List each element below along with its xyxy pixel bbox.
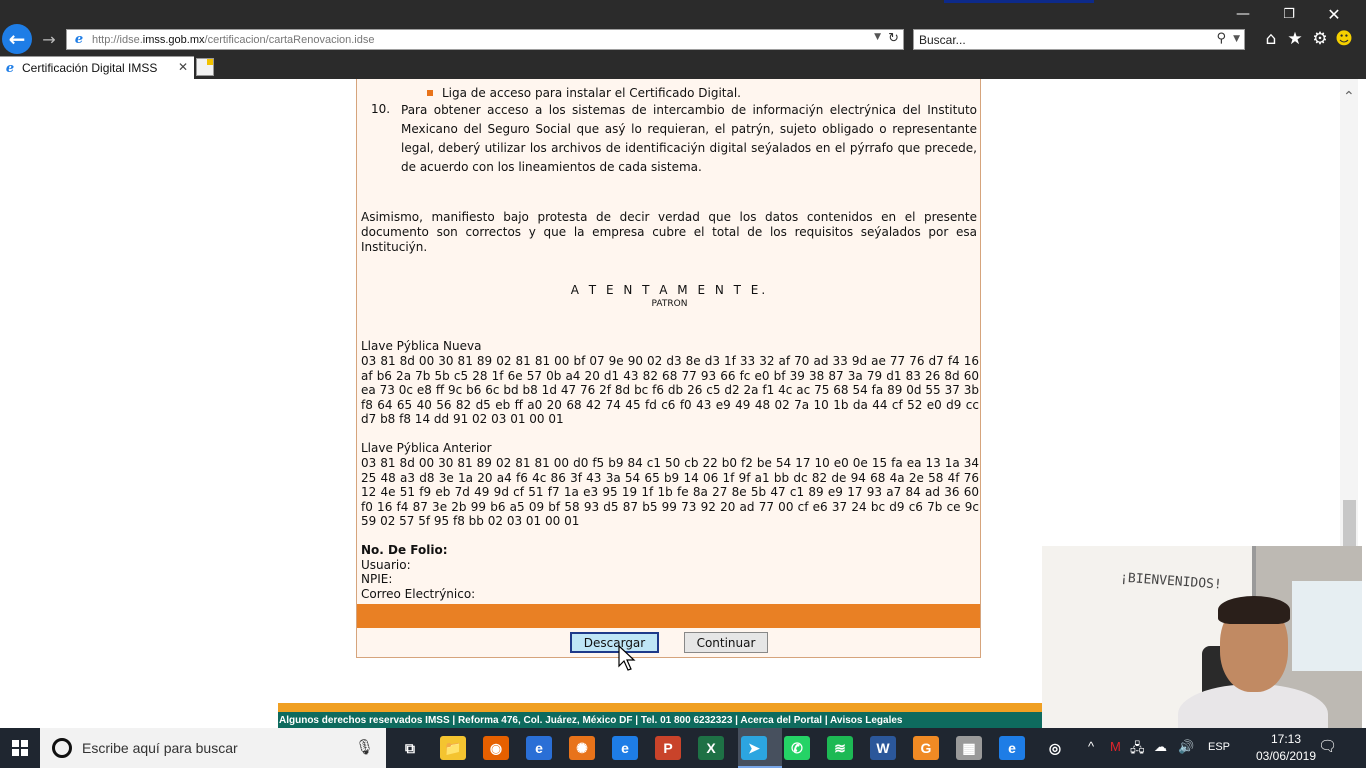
refresh-icon[interactable]: ↻ bbox=[888, 31, 899, 46]
app-orange-gear-icon[interactable]: ✺ bbox=[569, 736, 595, 760]
npie-label: NPIE: bbox=[361, 572, 393, 586]
microphone-icon[interactable]: 🎙 bbox=[355, 738, 374, 756]
volume-icon[interactable]: 🔊 bbox=[1178, 739, 1194, 755]
signature-patron: PATRON bbox=[651, 299, 688, 309]
search-icon[interactable]: ⚲ bbox=[1216, 31, 1226, 46]
usuario-label: Usuario: bbox=[361, 558, 411, 572]
cortana-icon bbox=[52, 738, 72, 758]
ie-page-icon: e bbox=[74, 32, 84, 47]
bullet-square-icon bbox=[427, 90, 433, 96]
edge-legacy-icon[interactable]: e bbox=[526, 736, 552, 760]
search-input[interactable] bbox=[919, 32, 1199, 47]
cortana-ring-icon[interactable]: ◎ bbox=[1042, 736, 1068, 760]
clock-date[interactable]: 03/06/2019 bbox=[1242, 749, 1330, 763]
page-footer: Algunos derechos reservados IMSS | Refor… bbox=[278, 712, 1042, 728]
restore-button[interactable]: ❐ bbox=[1277, 4, 1301, 24]
tab-bar: e Certificación Digital IMSS ✕ bbox=[0, 56, 1366, 79]
taskbar-search[interactable]: Escribe aquí para buscar 🎙 bbox=[40, 728, 386, 768]
tab-title: Certificación Digital IMSS bbox=[22, 61, 158, 75]
browser-chrome: ← → e http://idse.imss.gob.mx/certificac… bbox=[0, 0, 1366, 79]
app-grey-doc-icon[interactable]: ▦ bbox=[956, 736, 982, 760]
taskbar-search-placeholder: Escribe aquí para buscar bbox=[82, 740, 238, 756]
telegram-icon[interactable]: ➤ bbox=[741, 736, 767, 760]
taskbar: Escribe aquí para buscar 🎙 ⧉ 📁 ◉ e ✺ e P X ➤ ✆ ≋ W G… bbox=[0, 728, 1366, 768]
continue-button[interactable]: Continuar bbox=[684, 632, 768, 653]
search-box[interactable]: ⚲ ▼ bbox=[913, 29, 1245, 50]
chevron-up-icon[interactable]: ^ bbox=[1088, 739, 1094, 754]
folio-label: No. De Folio: bbox=[361, 543, 448, 557]
footer-accent-strip bbox=[278, 703, 1042, 712]
smiley-icon[interactable]: ☻ bbox=[1333, 28, 1355, 50]
language-indicator[interactable]: ESP bbox=[1208, 741, 1230, 753]
network-icon[interactable]: 🖧 bbox=[1130, 739, 1145, 761]
mouse-cursor-icon bbox=[618, 644, 636, 671]
cloud-icon[interactable]: ☁ bbox=[1154, 739, 1167, 755]
notification-icon[interactable]: 🗨 bbox=[1318, 737, 1338, 757]
home-icon[interactable]: ⌂ bbox=[1260, 28, 1282, 50]
firefox-icon[interactable]: ◉ bbox=[483, 736, 509, 760]
room-window bbox=[1292, 581, 1362, 671]
start-button[interactable] bbox=[0, 728, 40, 768]
word-icon[interactable]: W bbox=[870, 736, 896, 760]
task-view-icon[interactable]: ⧉ bbox=[397, 736, 423, 760]
new-public-key-value: 03 81 8d 00 30 81 89 02 81 81 00 bf 07 9… bbox=[361, 354, 979, 427]
gear-icon[interactable]: ⚙ bbox=[1309, 28, 1331, 50]
scroll-thumb[interactable] bbox=[1343, 500, 1356, 546]
navigation-bar: ← → e http://idse.imss.gob.mx/certificac… bbox=[0, 0, 1366, 56]
list-item: Liga de acceso para instalar el Certific… bbox=[427, 86, 741, 100]
forward-arrow-icon[interactable]: → bbox=[38, 28, 60, 50]
url-text[interactable]: http://idse.imss.gob.mx/certificacion/ca… bbox=[92, 34, 375, 46]
bullet-text: Liga de acceso para instalar el Certific… bbox=[442, 86, 741, 100]
item-number: 10. bbox=[371, 102, 391, 116]
old-public-key-label: Llave Pýblica Anterior bbox=[361, 441, 492, 455]
clock-time[interactable]: 17:13 bbox=[1254, 732, 1318, 746]
search-dropdown-icon[interactable]: ▼ bbox=[1233, 34, 1240, 44]
file-explorer-icon[interactable]: 📁 bbox=[440, 736, 466, 760]
windows-logo-icon bbox=[12, 740, 28, 756]
gmail-icon[interactable]: M bbox=[1110, 739, 1121, 754]
renewal-letter-panel: Liga de acceso para instalar el Certific… bbox=[356, 79, 981, 658]
person-hair bbox=[1218, 596, 1290, 624]
address-dropdown-icon[interactable]: ▼ bbox=[874, 32, 881, 42]
internet-explorer-icon[interactable]: e bbox=[612, 736, 638, 760]
app-orange-icon[interactable]: G bbox=[913, 736, 939, 760]
close-button[interactable]: ✕ bbox=[1322, 4, 1346, 24]
address-bar[interactable]: e http://idse.imss.gob.mx/certificacion/… bbox=[66, 29, 904, 50]
tab-certificacion[interactable]: e Certificación Digital IMSS ✕ bbox=[0, 56, 194, 79]
ie-tab-icon: e bbox=[5, 60, 15, 76]
scroll-up-arrow-icon[interactable]: ⌃ bbox=[1343, 89, 1355, 105]
old-public-key-value: 03 81 8d 00 30 81 89 02 81 81 00 d0 f5 b… bbox=[361, 456, 979, 529]
protest-paragraph: Asimismo, manifiesto bajo protesta de de… bbox=[361, 210, 977, 254]
back-arrow-icon[interactable]: ← bbox=[2, 24, 32, 54]
minimize-button[interactable]: — bbox=[1231, 4, 1255, 24]
excel-icon[interactable]: X bbox=[698, 736, 724, 760]
star-icon[interactable]: ★ bbox=[1284, 28, 1306, 50]
internet-explorer-2-icon[interactable]: e bbox=[999, 736, 1025, 760]
closing-atentamente: A T E N T A M E N T E. bbox=[570, 283, 769, 297]
close-icon[interactable]: ✕ bbox=[178, 60, 188, 74]
spotify-icon[interactable]: ≋ bbox=[827, 736, 853, 760]
new-tab-button[interactable] bbox=[196, 58, 214, 76]
powerpoint-icon[interactable]: P bbox=[655, 736, 681, 760]
new-public-key-label: Llave Pýblica Nueva bbox=[361, 339, 482, 353]
item-text: Para obtener acceso a los sistemas de in… bbox=[401, 103, 977, 174]
whatsapp-icon[interactable]: ✆ bbox=[784, 736, 810, 760]
correo-label: Correo Electrýnico: bbox=[361, 587, 476, 601]
webcam-overlay: ¡BIENVENIDOS! bbox=[1042, 546, 1362, 728]
orange-divider-band bbox=[357, 604, 980, 628]
